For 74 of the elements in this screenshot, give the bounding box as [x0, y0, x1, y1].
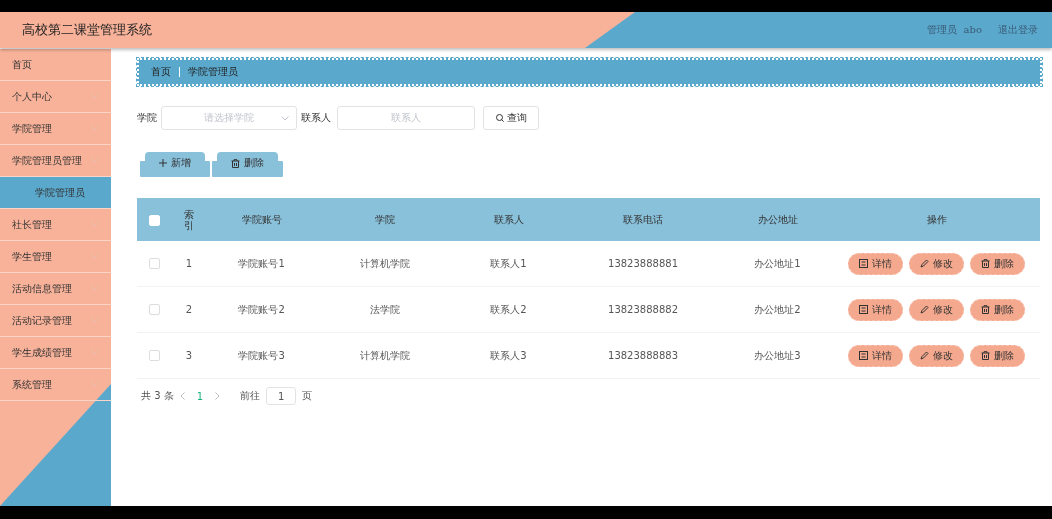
chevron-down-icon [281, 115, 289, 121]
breadcrumb-link[interactable]: 学院管理员 [188, 65, 238, 79]
details-icon [859, 259, 869, 268]
column-header: 索引 [172, 198, 206, 241]
edit-icon [920, 351, 930, 360]
sidebar-item[interactable]: 学生管理 [0, 241, 111, 273]
column-header: 联系电话 [564, 198, 722, 241]
previous-page-icon[interactable] [179, 392, 185, 400]
table-cell: 法学院 [370, 303, 401, 315]
table-cell: 计算机学院 [360, 349, 411, 361]
details-button[interactable]: 详情 [848, 344, 904, 367]
column-header: 联系人 [452, 198, 565, 241]
table-cell: 计算机学院 [360, 257, 411, 269]
details-button[interactable]: 详情 [848, 252, 904, 275]
delete-row-button[interactable]: 删除 [970, 298, 1026, 321]
college-label: 学院 [137, 111, 157, 125]
sidebar-item[interactable]: 首页 [0, 49, 111, 81]
row-checkbox[interactable] [149, 350, 161, 362]
table-cell: 联系人2 [490, 303, 527, 315]
table-cell: 办公地址3 [754, 349, 801, 361]
trash-icon [981, 259, 991, 268]
trash-icon [981, 351, 991, 360]
column-header: 办公地址 [721, 198, 834, 241]
table-cell: 13823888881 [608, 258, 679, 269]
user-label: 管理员 abo [927, 23, 982, 37]
edit-icon [920, 259, 930, 268]
details-icon [859, 351, 869, 360]
table-cell: 学院账号1 [238, 257, 285, 269]
sidebar-item[interactable]: 活动记录管理 [0, 305, 111, 337]
total-count: 共 3 条 [141, 389, 174, 403]
table-cell: 1 [185, 258, 192, 269]
row-checkbox[interactable] [149, 258, 161, 270]
column-header: 学院 [317, 198, 453, 241]
row-checkbox[interactable] [149, 304, 161, 316]
sidebar-item[interactable]: 学生成绩管理 [0, 337, 111, 369]
edit-icon [920, 305, 930, 314]
sidebar-item[interactable]: 社长管理 [0, 209, 111, 241]
page-suffix: 页 [302, 389, 313, 403]
edit-button[interactable]: 修改 [909, 252, 965, 275]
select-all-checkbox[interactable] [149, 214, 161, 226]
table-cell: 办公地址1 [754, 257, 801, 269]
query-button[interactable]: 查询 [483, 106, 539, 130]
column-header: 学院账号 [205, 198, 318, 241]
table-cell: 学院账号2 [238, 303, 285, 315]
sidebar-item[interactable]: 学院管理 [0, 113, 111, 145]
sidebar-item[interactable]: 活动信息管理 [0, 273, 111, 305]
app-title: 高校第二课堂管理系统 [22, 21, 152, 39]
details-button[interactable]: 详情 [848, 298, 904, 321]
search-icon [495, 114, 504, 122]
table-cell: 联系人1 [490, 257, 527, 269]
breadcrumb-link[interactable]: 首页 [151, 65, 171, 79]
page-field[interactable]: 1 [266, 387, 297, 405]
sidebar-item[interactable]: 个人中心 [0, 81, 111, 113]
edit-button[interactable]: 修改 [909, 344, 965, 367]
table-cell: 联系人3 [490, 349, 527, 361]
contact-label: 联系人 [301, 111, 331, 125]
sidebar-item[interactable]: 系统管理 [0, 369, 111, 401]
trash-icon [981, 305, 991, 314]
delete-row-button[interactable]: 删除 [970, 252, 1026, 275]
table-cell: 3 [185, 350, 192, 361]
delete-row-button[interactable]: 删除 [970, 344, 1026, 367]
table-cell: 2 [185, 304, 192, 315]
sidebar-item[interactable]: 学院管理员 [0, 177, 111, 209]
plus-icon [159, 159, 167, 167]
table-cell: 学院账号3 [238, 349, 285, 361]
column-header: 操作 [833, 198, 1040, 241]
edit-button[interactable]: 修改 [909, 298, 965, 321]
table-cell: 办公地址2 [754, 303, 801, 315]
trash-icon [231, 158, 240, 168]
goto-label: 前往 [240, 389, 261, 403]
table-cell: 13823888883 [608, 350, 679, 361]
table-cell: 13823888882 [608, 304, 679, 315]
next-page-icon[interactable] [215, 392, 221, 400]
details-icon [859, 305, 869, 314]
